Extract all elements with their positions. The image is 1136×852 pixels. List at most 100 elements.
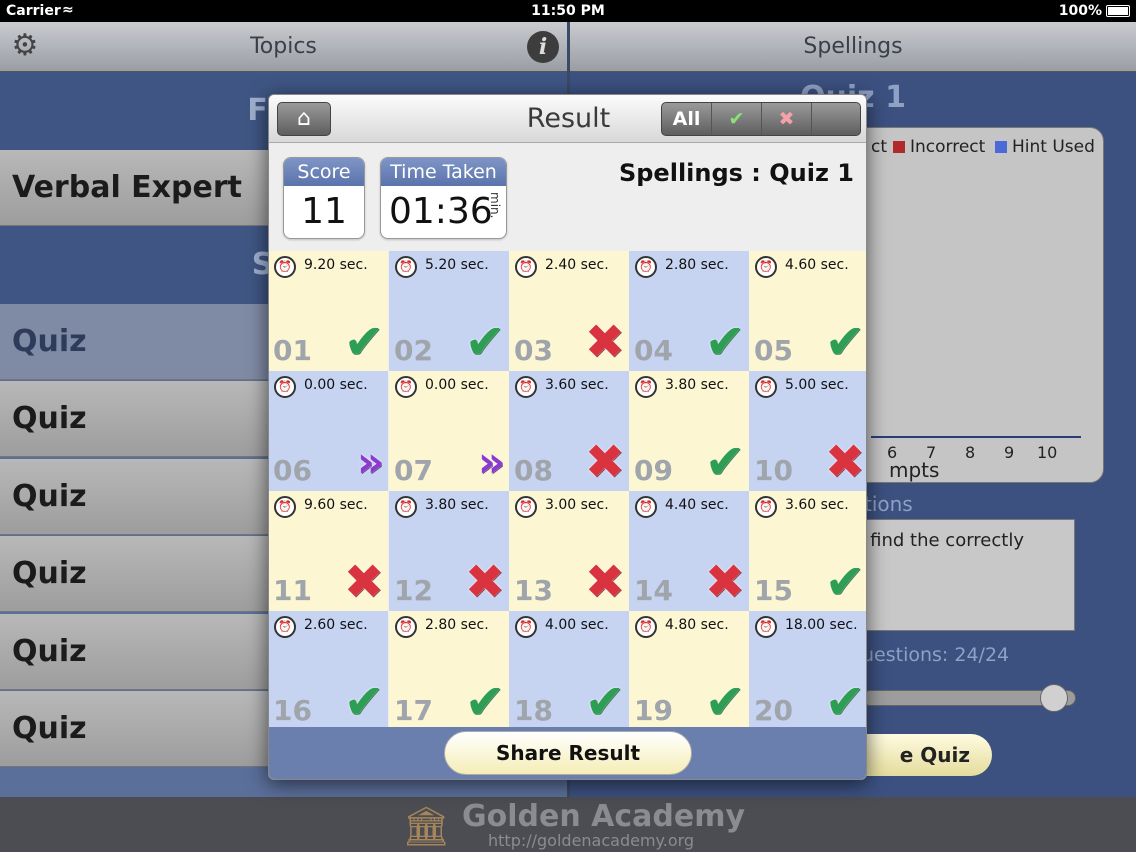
- cross-icon: ✖: [584, 554, 625, 610]
- check-icon: ✔: [343, 674, 384, 730]
- time-label: Time Taken: [381, 158, 506, 186]
- question-number: 12: [394, 574, 433, 607]
- alarm-clock-icon: ⏰: [274, 496, 296, 518]
- question-cell[interactable]: ⏰ 2.40 sec. 03 ✖: [509, 251, 629, 371]
- question-time: 9.20 sec.: [304, 257, 368, 273]
- double-chevron-icon: »: [356, 437, 384, 486]
- check-icon: ✔: [343, 314, 384, 370]
- question-number: 02: [394, 334, 433, 367]
- legend-swatch: [995, 141, 1007, 153]
- alarm-clock-icon: ⏰: [274, 256, 296, 278]
- legend-hint: Hint Used: [995, 137, 1095, 157]
- question-number: 13: [514, 574, 553, 607]
- topics-navbar: ⚙ Topics i: [0, 22, 567, 72]
- result-popup: ⌂ Result All ✔ ✖ » Score 11 Time Taken 0…: [268, 94, 867, 780]
- question-cell[interactable]: ⏰ 3.60 sec. 15 ✔: [749, 491, 866, 611]
- popup-header: ⌂ Result All ✔ ✖ »: [269, 95, 866, 143]
- question-time: 5.20 sec.: [425, 257, 489, 273]
- question-number: 16: [273, 694, 312, 727]
- axis-tick: 9: [1004, 443, 1015, 462]
- alarm-clock-icon: ⏰: [635, 376, 657, 398]
- alarm-clock-icon: ⏰: [395, 616, 417, 638]
- filter-incorrect-button[interactable]: ✖: [762, 103, 812, 135]
- question-number: 18: [514, 694, 553, 727]
- question-time: 5.00 sec.: [785, 377, 849, 393]
- alarm-clock-icon: ⏰: [274, 376, 296, 398]
- alarm-clock-icon: ⏰: [515, 496, 537, 518]
- question-cell[interactable]: ⏰ 2.80 sec. 17 ✔: [389, 611, 509, 731]
- score-value: 11: [301, 191, 347, 232]
- academy-url[interactable]: http://goldenacademy.org: [488, 831, 694, 850]
- question-cell[interactable]: ⏰ 9.60 sec. 11 ✖: [269, 491, 388, 611]
- question-time: 4.60 sec.: [785, 257, 849, 273]
- question-cell[interactable]: ⏰ 3.80 sec. 12 ✖: [389, 491, 509, 611]
- check-icon: ✔: [464, 314, 505, 370]
- footer-banner: 🏛 Golden Academy http://goldenacademy.or…: [0, 797, 1136, 852]
- question-number: 14: [634, 574, 673, 607]
- check-icon: ✔: [584, 674, 625, 730]
- question-number: 03: [514, 334, 553, 367]
- question-time: 2.80 sec.: [665, 257, 729, 273]
- question-cell[interactable]: ⏰ 5.20 sec. 02 ✔: [389, 251, 509, 371]
- question-number: 04: [634, 334, 673, 367]
- filter-all-button[interactable]: All: [662, 103, 712, 135]
- question-cell[interactable]: ⏰ 3.60 sec. 08 ✖: [509, 371, 629, 491]
- check-icon: ✔: [704, 434, 745, 490]
- cross-icon: ✖: [584, 434, 625, 490]
- question-cell[interactable]: ⏰ 3.80 sec. 09 ✔: [629, 371, 749, 491]
- question-cell[interactable]: ⏰ 3.00 sec. 13 ✖: [509, 491, 629, 611]
- cross-icon: ✖: [464, 554, 505, 610]
- cross-icon: ✖: [824, 434, 865, 490]
- gear-icon[interactable]: ⚙: [8, 30, 42, 64]
- alarm-clock-icon: ⏰: [755, 616, 777, 638]
- question-number: 09: [634, 454, 673, 487]
- popup-footer: Share Result: [269, 727, 866, 779]
- question-number: 01: [273, 334, 312, 367]
- battery-icon: [1106, 5, 1130, 17]
- alarm-clock-icon: ⏰: [395, 256, 417, 278]
- question-cell[interactable]: ⏰ 2.60 sec. 16 ✔: [269, 611, 388, 731]
- question-cell[interactable]: ⏰ 4.40 sec. 14 ✖: [629, 491, 749, 611]
- legend-correct: ct: [871, 137, 888, 157]
- question-number: 10: [754, 454, 793, 487]
- question-cell[interactable]: ⏰ 4.60 sec. 05 ✔: [749, 251, 866, 371]
- check-icon: ✔: [824, 674, 865, 730]
- alarm-clock-icon: ⏰: [515, 616, 537, 638]
- question-number: 11: [273, 574, 312, 607]
- topics-title: Topics: [250, 34, 317, 59]
- question-cell[interactable]: ⏰ 4.80 sec. 19 ✔: [629, 611, 749, 731]
- alarm-clock-icon: ⏰: [515, 256, 537, 278]
- double-chevron-icon: »: [477, 437, 505, 486]
- score-label: Score: [284, 158, 364, 186]
- check-icon: ✔: [824, 554, 865, 610]
- question-cell[interactable]: ⏰ 5.00 sec. 10 ✖: [749, 371, 866, 491]
- battery-percent: 100%: [1058, 3, 1102, 19]
- alarm-clock-icon: ⏰: [755, 496, 777, 518]
- question-cell[interactable]: ⏰ 18.00 sec. 20 ✔: [749, 611, 866, 731]
- share-result-button[interactable]: Share Result: [444, 731, 692, 775]
- check-icon: ✔: [464, 674, 505, 730]
- question-cell[interactable]: ⏰ 0.00 sec. 06 »: [269, 371, 388, 491]
- question-cell[interactable]: ⏰ 4.00 sec. 18 ✔: [509, 611, 629, 731]
- time-unit: min.: [488, 192, 502, 219]
- question-number: 15: [754, 574, 793, 607]
- info-icon[interactable]: i: [527, 31, 559, 63]
- alarm-clock-icon: ⏰: [755, 376, 777, 398]
- question-time: 9.60 sec.: [304, 497, 368, 513]
- x-axis: [871, 436, 1081, 438]
- question-time: 0.00 sec.: [425, 377, 489, 393]
- check-icon: ✔: [824, 314, 865, 370]
- question-cell[interactable]: ⏰ 2.80 sec. 04 ✔: [629, 251, 749, 371]
- x-axis-label: mpts: [889, 458, 940, 482]
- cross-icon: ✖: [343, 554, 384, 610]
- legend-incorrect: Incorrect: [893, 137, 985, 157]
- question-number: 19: [634, 694, 673, 727]
- question-time: 3.60 sec.: [545, 377, 609, 393]
- question-time: 3.00 sec.: [545, 497, 609, 513]
- filter-correct-button[interactable]: ✔: [712, 103, 762, 135]
- question-cell[interactable]: ⏰ 9.20 sec. 01 ✔: [269, 251, 388, 371]
- question-cell[interactable]: ⏰ 0.00 sec. 07 »: [389, 371, 509, 491]
- spellings-title: Spellings: [803, 34, 903, 59]
- slider-knob[interactable]: [1040, 684, 1068, 712]
- check-icon: ✔: [704, 314, 745, 370]
